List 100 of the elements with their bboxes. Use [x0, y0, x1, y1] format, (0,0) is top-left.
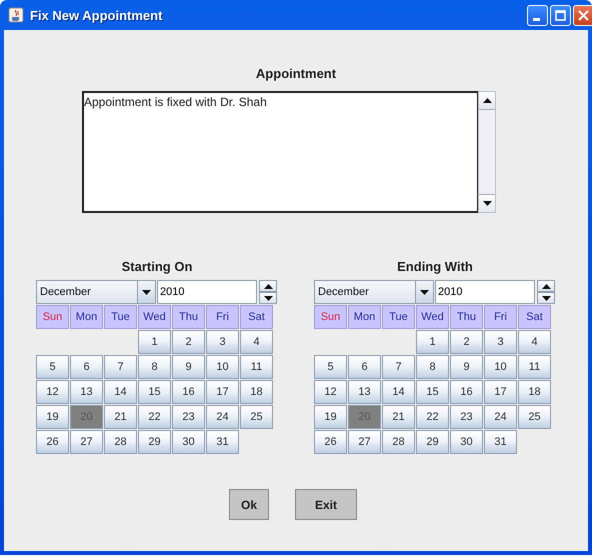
day-cell[interactable]: 17: [206, 380, 239, 404]
weekday-header: Fri: [206, 305, 239, 329]
day-cell[interactable]: 19: [314, 405, 347, 429]
scrollbar[interactable]: [478, 91, 496, 213]
day-cell[interactable]: 18: [240, 380, 273, 404]
up-arrow-icon: [264, 284, 272, 288]
day-cell[interactable]: 28: [382, 430, 415, 454]
day-cell[interactable]: 1: [416, 330, 449, 354]
appointment-text-area[interactable]: Appointment is fixed with Dr. Shah: [82, 91, 478, 213]
day-cell[interactable]: 29: [416, 430, 449, 454]
day-cell[interactable]: 26: [314, 430, 347, 454]
weekday-header: Tue: [382, 305, 415, 329]
day-cell[interactable]: 25: [240, 405, 273, 429]
close-icon: [578, 10, 589, 20]
maximize-button[interactable]: [550, 4, 571, 26]
spin-up-button[interactable]: [259, 280, 277, 292]
weekday-header: Sat: [518, 305, 551, 329]
maximize-icon: [555, 10, 566, 20]
weekday-header: Wed: [138, 305, 171, 329]
day-cell[interactable]: 2: [450, 330, 483, 354]
day-cell[interactable]: 19: [36, 405, 69, 429]
weekday-header: Thu: [450, 305, 483, 329]
day-cell[interactable]: 13: [348, 380, 381, 404]
day-cell[interactable]: 7: [104, 355, 137, 379]
day-cell[interactable]: 11: [240, 355, 273, 379]
weekday-header: Mon: [348, 305, 381, 329]
day-cell[interactable]: 29: [138, 430, 171, 454]
weekday-header: Fri: [484, 305, 517, 329]
day-cell[interactable]: 21: [382, 405, 415, 429]
day-cell[interactable]: 3: [206, 330, 239, 354]
weekday-header: Sun: [36, 305, 69, 329]
close-button[interactable]: [573, 4, 592, 26]
day-cell[interactable]: 3: [484, 330, 517, 354]
down-arrow-icon: [420, 290, 429, 294]
weekday-header: Sat: [240, 305, 273, 329]
day-cell[interactable]: 24: [484, 405, 517, 429]
day-cell[interactable]: 11: [518, 355, 551, 379]
exit-button[interactable]: Exit: [295, 489, 357, 520]
day-cell[interactable]: 12: [36, 380, 69, 404]
day-cell[interactable]: 16: [450, 380, 483, 404]
day-cell[interactable]: 4: [518, 330, 551, 354]
day-cell[interactable]: 22: [416, 405, 449, 429]
ok-button[interactable]: Ok: [229, 489, 269, 520]
day-cell[interactable]: 10: [484, 355, 517, 379]
day-cell[interactable]: 23: [172, 405, 205, 429]
day-cell[interactable]: 26: [36, 430, 69, 454]
day-cell[interactable]: 13: [70, 380, 103, 404]
weekday-header: Sun: [314, 305, 347, 329]
day-cell[interactable]: 25: [518, 405, 551, 429]
appointment-label: Appointment: [256, 66, 336, 81]
day-cell[interactable]: 1: [138, 330, 171, 354]
scroll-up-button[interactable]: [479, 92, 495, 109]
spin-down-button[interactable]: [537, 292, 555, 304]
day-cell[interactable]: 2: [172, 330, 205, 354]
day-cell[interactable]: 10: [206, 355, 239, 379]
month-dropdown[interactable]: December: [314, 280, 434, 304]
day-cell[interactable]: 15: [138, 380, 171, 404]
java-cup-icon: [8, 7, 24, 23]
day-cell[interactable]: 5: [36, 355, 69, 379]
day-cell[interactable]: 27: [348, 430, 381, 454]
day-cell[interactable]: 8: [138, 355, 171, 379]
down-arrow-icon: [142, 290, 151, 294]
day-cell[interactable]: 30: [172, 430, 205, 454]
day-cell[interactable]: 12: [314, 380, 347, 404]
day-cell[interactable]: 23: [450, 405, 483, 429]
day-cell[interactable]: 14: [104, 380, 137, 404]
day-cell[interactable]: 5: [314, 355, 347, 379]
up-arrow-icon: [542, 284, 550, 288]
spin-down-button[interactable]: [259, 292, 277, 304]
day-cell[interactable]: 6: [348, 355, 381, 379]
day-cell[interactable]: 7: [382, 355, 415, 379]
calendar-title: Starting On: [122, 259, 192, 274]
day-cell[interactable]: 21: [104, 405, 137, 429]
day-cell[interactable]: 18: [518, 380, 551, 404]
day-cell[interactable]: 22: [138, 405, 171, 429]
day-cell[interactable]: 30: [450, 430, 483, 454]
day-cell[interactable]: 8: [416, 355, 449, 379]
day-cell[interactable]: 27: [70, 430, 103, 454]
day-cell[interactable]: 17: [484, 380, 517, 404]
day-cell[interactable]: 24: [206, 405, 239, 429]
year-field[interactable]: 2010: [157, 280, 257, 304]
day-cell[interactable]: 14: [382, 380, 415, 404]
day-cell[interactable]: 31: [484, 430, 517, 454]
day-cell[interactable]: 9: [172, 355, 205, 379]
weekday-header: Wed: [416, 305, 449, 329]
scroll-down-button[interactable]: [479, 195, 495, 212]
spin-up-button[interactable]: [537, 280, 555, 292]
day-cell[interactable]: 4: [240, 330, 273, 354]
day-cell[interactable]: 16: [172, 380, 205, 404]
month-dropdown[interactable]: December: [36, 280, 156, 304]
year-field[interactable]: 2010: [435, 280, 535, 304]
day-cell[interactable]: 28: [104, 430, 137, 454]
day-cell[interactable]: 15: [416, 380, 449, 404]
calendar-title: Ending With: [397, 259, 473, 274]
day-cell[interactable]: 31: [206, 430, 239, 454]
day-cell[interactable]: 9: [450, 355, 483, 379]
minimize-icon: [532, 18, 540, 20]
down-arrow-icon: [542, 296, 550, 300]
minimize-button[interactable]: [527, 4, 548, 26]
day-cell[interactable]: 6: [70, 355, 103, 379]
